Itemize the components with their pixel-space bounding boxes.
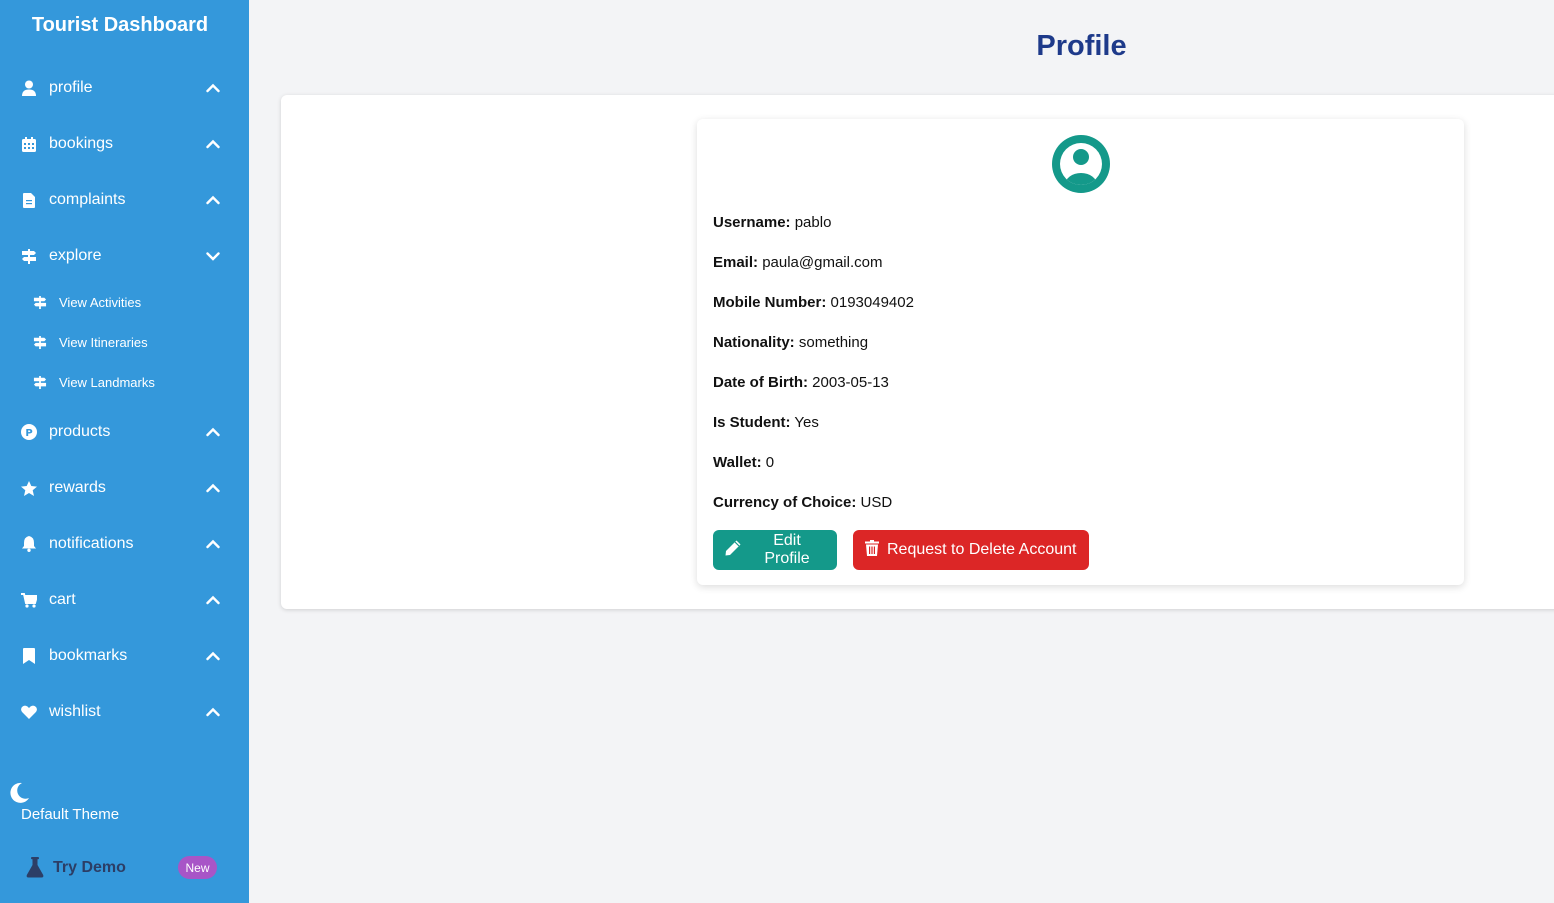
- sidebar-item-label: bookings: [49, 135, 114, 152]
- delete-account-button[interactable]: Request to Delete Account: [853, 530, 1089, 570]
- sidebar-item-label: bookmarks: [49, 647, 128, 664]
- signpost-icon: [33, 295, 47, 309]
- field-value: 0193049402: [830, 294, 914, 311]
- edit-profile-button[interactable]: Edit Profile: [713, 530, 837, 570]
- chevron-up-icon[interactable]: [205, 424, 221, 440]
- sidebar-item-rewards[interactable]: rewards: [0, 468, 249, 508]
- theme-toggle[interactable]: [10, 782, 30, 809]
- flask-icon: [26, 857, 44, 883]
- chevron-down-icon[interactable]: [205, 248, 221, 264]
- field-value: USD: [860, 494, 893, 511]
- field-label: Mobile Number:: [713, 294, 827, 311]
- sidebar-item-bookings[interactable]: bookings: [0, 124, 249, 164]
- field-label: Email:: [713, 254, 759, 271]
- field-currency: Currency of Choice: USD: [713, 494, 892, 511]
- heart-icon: [21, 704, 37, 720]
- delete-account-label: Request to Delete Account: [887, 541, 1077, 558]
- field-mobile-number: Mobile Number: 0193049402: [713, 294, 914, 311]
- field-label: Currency of Choice:: [713, 494, 857, 511]
- sidebar-subitem-view-activities[interactable]: View Activities: [0, 287, 249, 317]
- field-value: Yes: [794, 414, 819, 431]
- sidebar-item-label: cart: [49, 591, 76, 608]
- svg-text:P: P: [25, 428, 32, 439]
- bell-icon: [21, 536, 37, 552]
- chevron-up-icon[interactable]: [205, 136, 221, 152]
- star-icon: [21, 480, 37, 496]
- product-p-icon: P: [21, 424, 37, 440]
- theme-label: Default Theme: [21, 806, 120, 823]
- page-title: Profile: [1036, 30, 1127, 62]
- chevron-up-icon[interactable]: [205, 192, 221, 208]
- sidebar-item-label: products: [49, 423, 111, 440]
- sidebar-item-label: notifications: [49, 535, 134, 552]
- field-value: something: [798, 334, 869, 351]
- user-circle-icon: [1051, 134, 1111, 194]
- field-is-student: Is Student: Yes: [713, 414, 819, 431]
- sidebar-subitem-label: View Activities: [59, 294, 142, 310]
- signpost-icon: [21, 248, 37, 264]
- field-value: paula@gmail.com: [762, 254, 883, 271]
- sidebar-item-label: rewards: [49, 479, 106, 496]
- signpost-icon: [33, 335, 47, 349]
- sidebar-item-explore[interactable]: explore: [0, 236, 249, 276]
- signpost-icon: [33, 375, 47, 389]
- chevron-up-icon[interactable]: [205, 480, 221, 496]
- sidebar-item-notifications[interactable]: notifications: [0, 524, 249, 564]
- sidebar-item-label: complaints: [49, 191, 126, 208]
- user-icon: [21, 80, 37, 96]
- edit-profile-label: Edit Profile: [764, 532, 810, 567]
- try-demo-button[interactable]: Try Demo New: [24, 854, 224, 882]
- field-label: Date of Birth:: [713, 374, 808, 391]
- chevron-up-icon[interactable]: [205, 80, 221, 96]
- sidebar-item-complaints[interactable]: complaints: [0, 180, 249, 220]
- field-wallet: Wallet: 0: [713, 454, 774, 471]
- profile-card: Username: pablo Email: paula@gmail.com M…: [697, 119, 1464, 585]
- chevron-up-icon[interactable]: [205, 592, 221, 608]
- sidebar-item-label: profile: [49, 79, 93, 96]
- bookmark-icon: [21, 648, 37, 664]
- field-nationality: Nationality: something: [713, 334, 868, 351]
- sidebar-title: Tourist Dashboard: [31, 14, 209, 36]
- field-date-of-birth: Date of Birth: 2003-05-13: [713, 374, 889, 391]
- chevron-up-icon[interactable]: [205, 704, 221, 720]
- field-label: Is Student:: [713, 414, 791, 431]
- field-label: Wallet:: [713, 454, 762, 471]
- pencil-icon: [725, 540, 749, 561]
- sidebar-item-wishlist[interactable]: wishlist: [0, 692, 249, 732]
- field-value: 2003-05-13: [812, 374, 889, 391]
- sidebar-item-cart[interactable]: cart: [0, 580, 249, 620]
- field-email: Email: paula@gmail.com: [713, 254, 882, 271]
- field-label: Nationality:: [713, 334, 795, 351]
- sidebar: Tourist Dashboard profile bookings compl…: [0, 0, 249, 903]
- sidebar-subitem-view-landmarks[interactable]: View Landmarks: [0, 367, 249, 397]
- sidebar-item-label: wishlist: [49, 703, 101, 720]
- trash-icon: [865, 539, 887, 561]
- sidebar-subitem-label: View Landmarks: [59, 374, 155, 390]
- field-label: Username:: [713, 214, 791, 231]
- sidebar-item-profile[interactable]: profile: [0, 68, 249, 108]
- sidebar-subitem-label: View Itineraries: [59, 334, 148, 350]
- sidebar-item-products[interactable]: P products: [0, 412, 249, 452]
- chevron-up-icon[interactable]: [205, 648, 221, 664]
- sidebar-subitem-view-itineraries[interactable]: View Itineraries: [0, 327, 249, 357]
- file-icon: [21, 192, 37, 208]
- new-badge: New: [178, 856, 217, 879]
- sidebar-item-bookmarks[interactable]: bookmarks: [0, 636, 249, 676]
- field-value: pablo: [794, 214, 832, 231]
- cart-icon: [21, 592, 37, 608]
- calendar-icon: [21, 136, 37, 152]
- sidebar-item-label: explore: [49, 247, 102, 264]
- field-username: Username: pablo: [713, 214, 831, 231]
- field-value: 0: [765, 454, 775, 471]
- try-demo-label: Try Demo: [53, 859, 126, 876]
- chevron-up-icon[interactable]: [205, 536, 221, 552]
